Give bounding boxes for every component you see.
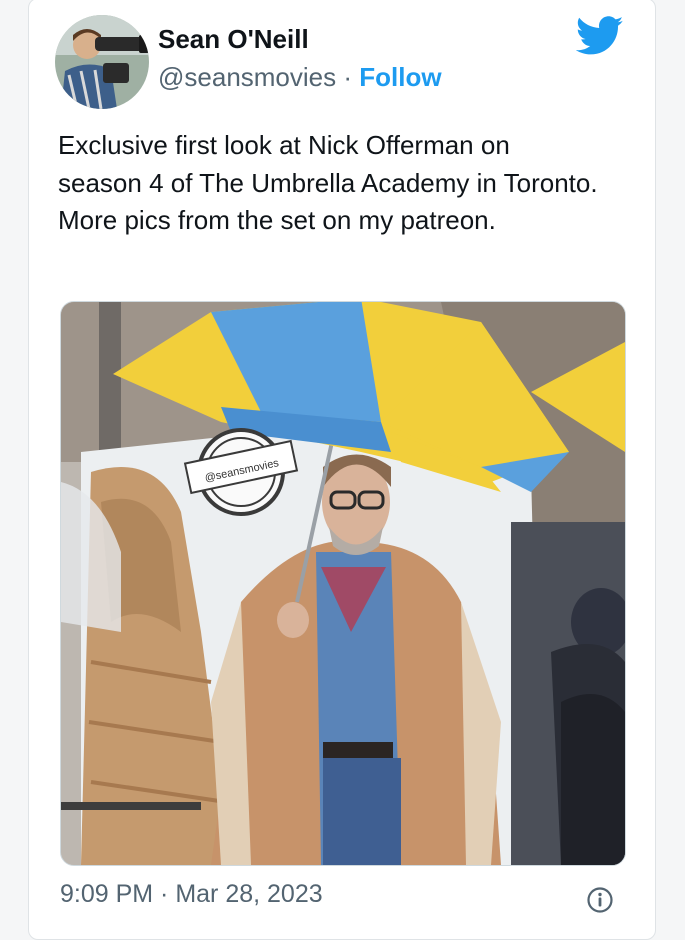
handle-row: @seansmovies · Follow xyxy=(158,62,442,93)
follow-button[interactable]: Follow xyxy=(359,62,441,92)
author-handle[interactable]: @seansmovies xyxy=(158,62,336,92)
avatar[interactable] xyxy=(55,15,149,109)
avatar-image xyxy=(55,15,149,109)
info-icon[interactable] xyxy=(586,886,614,914)
twitter-bird-icon[interactable] xyxy=(576,16,624,56)
tweet-photo[interactable]: @seansmovies xyxy=(60,301,626,866)
tweet-timestamp[interactable]: 9:09 PM · Mar 28, 2023 xyxy=(60,880,323,909)
tweet-text: Exclusive first look at Nick Offerman on… xyxy=(58,130,598,235)
separator-dot: · xyxy=(343,62,353,92)
photo-image: @seansmovies xyxy=(61,302,625,865)
author-name[interactable]: Sean O'Neill xyxy=(158,24,309,55)
